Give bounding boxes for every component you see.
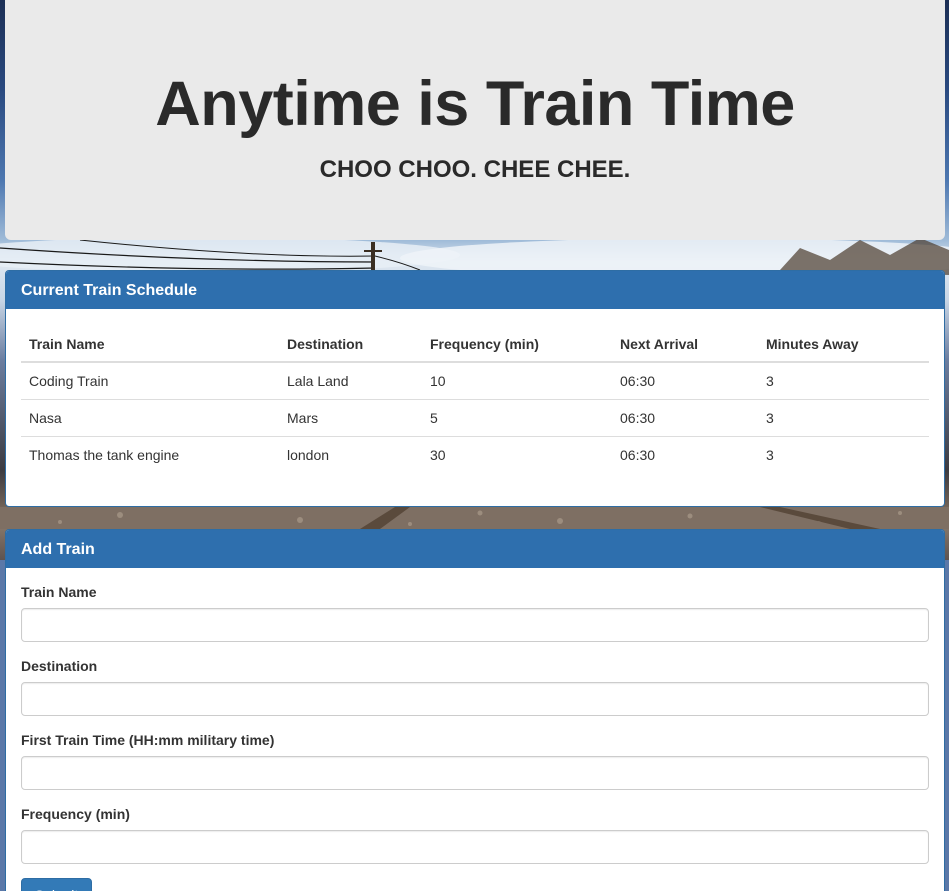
destination-label: Destination [21,658,98,674]
first-train-time-label: First Train Time (HH:mm military time) [21,732,275,748]
cell-frequency: 30 [422,436,612,473]
train-schedule-panel: Current Train Schedule Train Name Destin… [5,270,945,507]
cell-destination: Lala Land [287,373,349,389]
destination-group: Destination [21,656,929,716]
cell-next-arrival: 06:30 [612,436,758,473]
first-train-time-group: First Train Time (HH:mm military time) [21,730,929,790]
cell-next-arrival: 06:30 [612,399,758,437]
cell-minutes-away: 3 [766,373,774,389]
cell-next-arrival: 06:30 [620,373,656,389]
cell-frequency: 10 [430,373,446,389]
column-header-minutes-away: Minutes Away [758,327,929,363]
table-row: Thomas the tank engine london 30 06:30 3 [21,436,929,473]
add-train-panel-heading: Add Train [6,530,944,568]
column-header-train-name: Train Name [21,327,279,363]
column-header-frequency: Frequency (min) [422,327,612,363]
schedule-panel-heading: Current Train Schedule [6,271,944,309]
cell-train-name: Thomas the tank engine [21,436,279,473]
frequency-label: Frequency (min) [21,806,130,822]
cell-train-name: Coding Train [29,373,109,389]
cell-minutes-away: 3 [758,436,929,473]
table-row: Nasa Mars 5 06:30 3 [21,399,929,437]
submit-button[interactable]: Submit [21,878,92,891]
cell-destination: london [279,436,422,473]
destination-input[interactable] [21,682,929,716]
cell-destination: Mars [279,399,422,437]
train-name-label: Train Name [21,584,97,600]
column-header-destination: Destination [279,327,422,363]
train-name-input[interactable] [21,608,929,642]
page-subtitle: CHOO CHOO. CHEE CHEE. [319,156,631,183]
cell-frequency: 5 [422,399,612,437]
frequency-group: Frequency (min) [21,804,929,864]
cell-train-name: Nasa [21,399,279,437]
column-header-next-arrival: Next Arrival [612,327,758,363]
train-schedule-table: Train Name Destination Frequency (min) N… [21,327,929,473]
jumbotron-header: Anytime is Train Time CHOO CHOO. CHEE CH… [5,0,945,240]
add-train-panel: Add Train Train Name Destination First T… [5,529,945,891]
page-title: Anytime is Train Time [155,69,795,139]
cell-minutes-away: 3 [758,399,929,437]
table-row: Coding Train Lala Land 10 06:30 3 [21,362,929,400]
table-header-row: Train Name Destination Frequency (min) N… [21,327,929,363]
first-train-time-input[interactable] [21,756,929,790]
train-name-group: Train Name [21,582,929,642]
frequency-input[interactable] [21,830,929,864]
